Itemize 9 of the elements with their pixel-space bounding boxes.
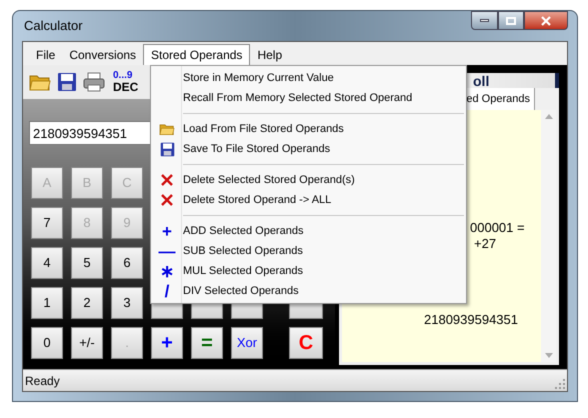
operator-symbol: — — [158, 242, 176, 260]
result-text: +27 — [473, 236, 498, 252]
window-title: Calculator — [24, 17, 83, 36]
operator-symbol: / — [164, 282, 170, 300]
result-text: 2180939594351 — [423, 312, 519, 328]
operator-symbol: + — [162, 222, 172, 240]
operator-symbol: ∗ — [160, 262, 174, 280]
status-bar: Ready — [23, 369, 567, 391]
result-text: 000001 = — [469, 220, 526, 236]
